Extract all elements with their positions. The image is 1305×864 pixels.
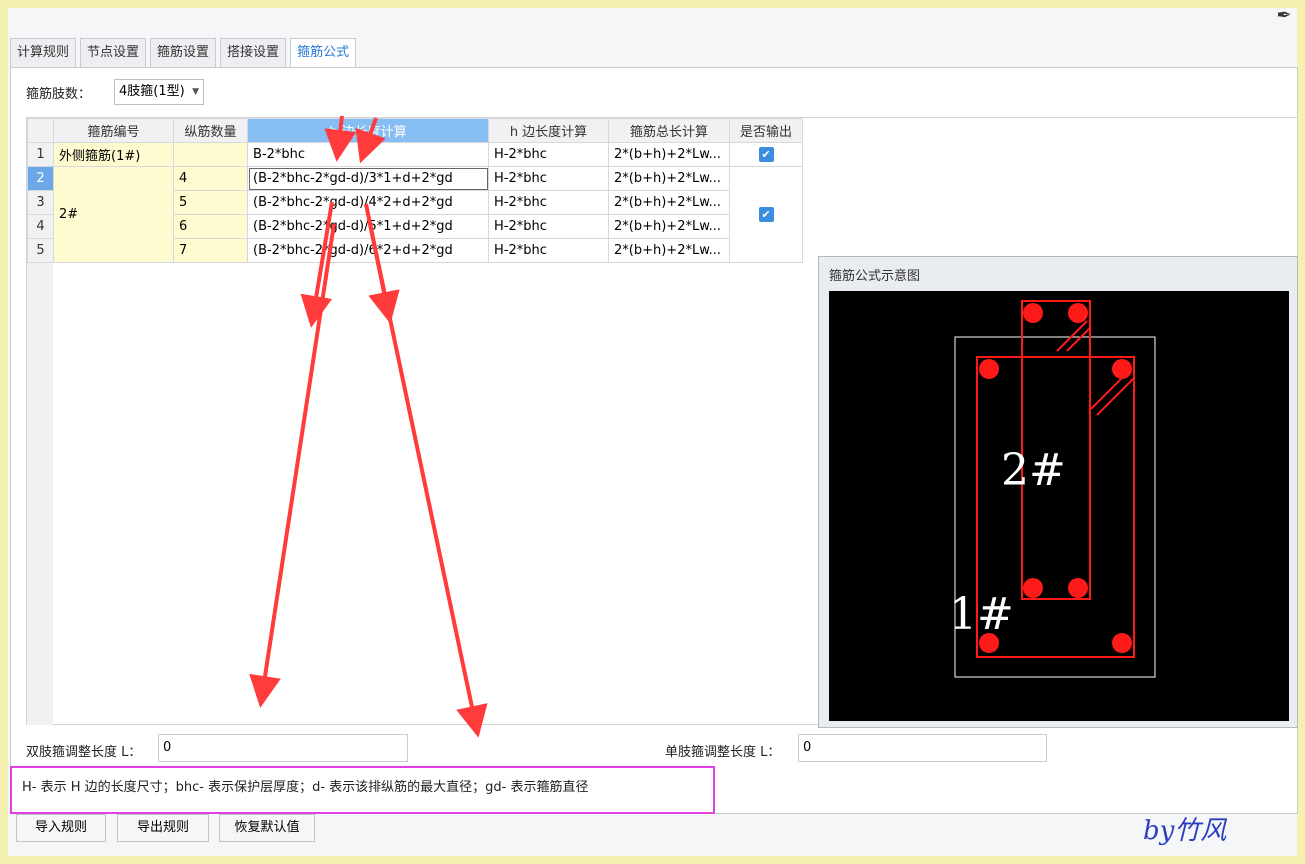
variable-legend: H- 表示 H 边的长度尺寸；bhc- 表示保护层厚度；d- 表示该排纵筋的最大… xyxy=(10,766,715,814)
preview-title: 箍筋公式示意图 xyxy=(829,269,921,284)
cell-stirrup-id[interactable]: 2# xyxy=(53,166,174,263)
row-number[interactable]: 3 xyxy=(27,190,54,215)
cell-b-length[interactable]: (B-2*bhc-2*gd-d)/4*2+d+2*gd xyxy=(247,190,489,215)
label-inner-stirrup: 2# xyxy=(1001,445,1066,496)
cell-total-length[interactable]: 2*(b+h)+2*Lw... xyxy=(608,190,730,215)
row-number[interactable]: 5 xyxy=(27,238,54,263)
cell-output[interactable]: ✔ xyxy=(729,166,803,263)
preview-canvas: 2# 1# xyxy=(829,291,1289,721)
label-outer-stirrup: 1# xyxy=(949,589,1014,640)
rebar-dot xyxy=(1023,578,1043,598)
cell-total-length[interactable]: 2*(b+h)+2*Lw... xyxy=(608,166,730,191)
cell-rebar-count[interactable]: 4 xyxy=(173,166,248,191)
import-rules-button[interactable]: 导入规则 xyxy=(16,814,106,842)
cell-total-length[interactable]: 2*(b+h)+2*Lw... xyxy=(608,238,730,263)
double-adjust-input[interactable]: 0 xyxy=(158,734,408,762)
cell-h-length[interactable]: H-2*bhc xyxy=(488,166,609,191)
tab-bar: 计算规则 节点设置 箍筋设置 搭接设置 箍筋公式 xyxy=(10,38,360,68)
table-row: 1 外侧箍筋(1#) B-2*bhc H-2*bhc 2*(b+h)+2*Lw.… xyxy=(27,142,803,167)
single-adjust-label: 单肢箍调整长度 L： xyxy=(665,745,781,760)
header-rebar-count[interactable]: 纵筋数量 xyxy=(173,118,248,143)
cell-rebar-count[interactable]: 7 xyxy=(173,238,248,263)
legs-select-value: 4肢箍(1型) xyxy=(119,84,185,99)
rebar-dot xyxy=(1023,303,1043,323)
cell-rebar-count[interactable] xyxy=(173,142,248,167)
formula-table: 箍筋编号 纵筋数量 b 边长度计算 h 边长度计算 箍筋总长计算 是否输出 1 … xyxy=(27,118,803,263)
hook-line xyxy=(1066,326,1092,352)
cell-stirrup-id[interactable]: 外侧箍筋(1#) xyxy=(53,142,174,167)
signature-watermark: by竹风 xyxy=(1143,816,1227,846)
rebar-dot xyxy=(1112,633,1132,653)
cell-rebar-count[interactable]: 5 xyxy=(173,190,248,215)
header-h-length[interactable]: h 边长度计算 xyxy=(488,118,609,143)
rebar-dot xyxy=(1112,359,1132,379)
legs-select[interactable]: 4肢箍(1型) ▼ xyxy=(114,79,204,105)
cell-total-length[interactable]: 2*(b+h)+2*Lw... xyxy=(608,214,730,239)
cell-b-length[interactable]: (B-2*bhc-2*gd-d)/5*1+d+2*gd xyxy=(247,214,489,239)
cell-b-length[interactable]: B-2*bhc xyxy=(247,142,489,167)
cell-h-length[interactable]: H-2*bhc xyxy=(488,142,609,167)
header-output[interactable]: 是否输出 xyxy=(729,118,803,143)
rebar-dot xyxy=(979,359,999,379)
cell-total-length[interactable]: 2*(b+h)+2*Lw... xyxy=(608,142,730,167)
formula-preview-panel: 箍筋公式示意图 2# 1# xyxy=(818,256,1298,728)
chevron-down-icon: ▼ xyxy=(192,87,199,97)
row-number[interactable]: 1 xyxy=(27,142,54,167)
header-stirrup-id[interactable]: 箍筋编号 xyxy=(53,118,174,143)
header-row: 箍筋编号 纵筋数量 b 边长度计算 h 边长度计算 箍筋总长计算 是否输出 xyxy=(27,118,803,143)
legs-label: 箍筋肢数： xyxy=(26,87,92,102)
checkbox-checked-icon[interactable]: ✔ xyxy=(758,147,774,162)
cell-h-length[interactable]: H-2*bhc xyxy=(488,190,609,215)
row-number[interactable]: 2 xyxy=(27,166,54,191)
tab-stirrup-settings[interactable]: 箍筋设置 xyxy=(150,38,217,67)
tab-stirrup-formula[interactable]: 箍筋公式 xyxy=(290,38,357,68)
header-total-length[interactable]: 箍筋总长计算 xyxy=(608,118,730,143)
tab-lap-settings[interactable]: 搭接设置 xyxy=(220,38,287,67)
tab-calc-rules[interactable]: 计算规则 xyxy=(10,38,77,67)
tab-node-settings[interactable]: 节点设置 xyxy=(80,38,147,67)
single-adjust-input[interactable]: 0 xyxy=(798,734,1047,762)
checkbox-checked-icon[interactable]: ✔ xyxy=(758,207,774,222)
row-number[interactable]: 4 xyxy=(27,214,54,239)
cell-rebar-count[interactable]: 6 xyxy=(173,214,248,239)
rebar-dot xyxy=(1068,578,1088,598)
cell-b-length[interactable]: (B-2*bhc-2*gd-d)/3*1+d+2*gd xyxy=(247,166,489,191)
table-row: 2 2# 4 (B-2*bhc-2*gd-d)/3*1+d+2*gd H-2*b… xyxy=(27,166,803,263)
feather-icon: ✒ xyxy=(1276,5,1292,26)
cell-output[interactable]: ✔ xyxy=(729,142,803,167)
double-adjust-label: 双肢箍调整长度 L： xyxy=(26,745,142,760)
rebar-dot xyxy=(1068,303,1088,323)
restore-defaults-button[interactable]: 恢复默认值 xyxy=(219,814,315,842)
cell-b-length[interactable]: (B-2*bhc-2*gd-d)/6*2+d+2*gd xyxy=(247,238,489,263)
corner-cell xyxy=(27,118,54,143)
cell-h-length[interactable]: H-2*bhc xyxy=(488,214,609,239)
header-b-length[interactable]: b 边长度计算 xyxy=(247,118,489,143)
export-rules-button[interactable]: 导出规则 xyxy=(117,814,209,842)
stirrup-diagram: 2# 1# xyxy=(949,300,1156,678)
cell-h-length[interactable]: H-2*bhc xyxy=(488,238,609,263)
